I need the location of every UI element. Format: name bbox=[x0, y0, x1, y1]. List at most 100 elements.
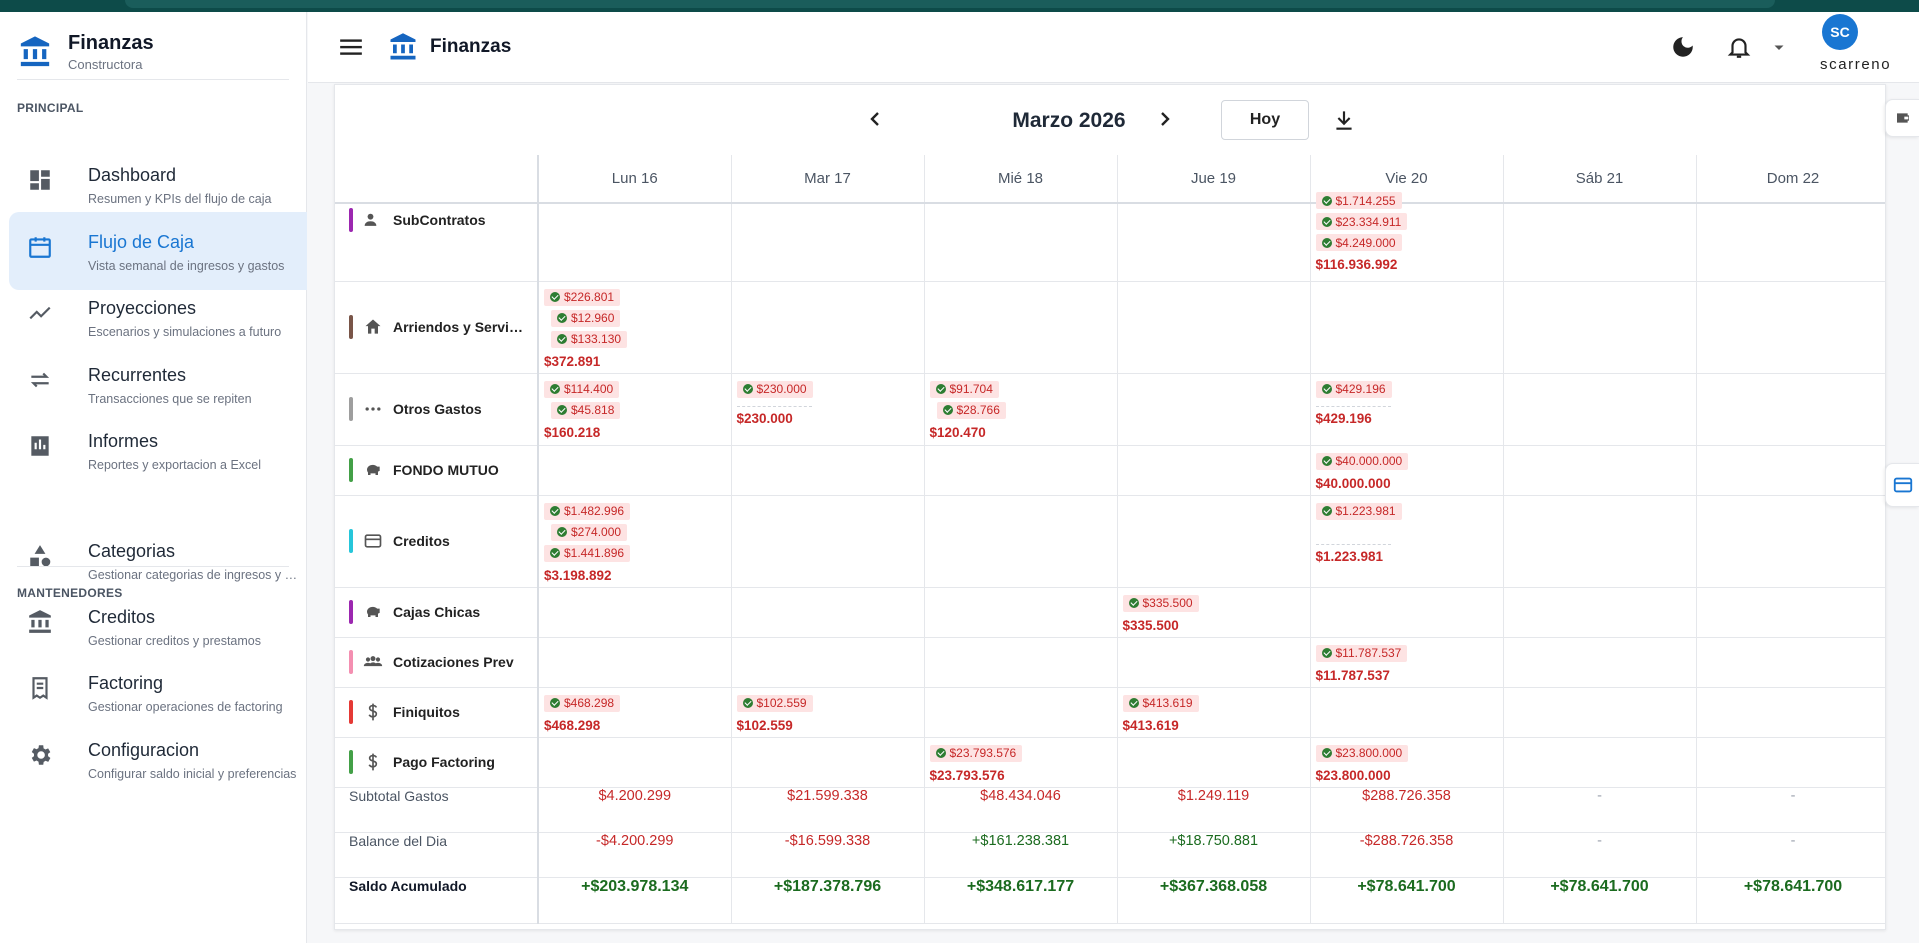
day-cell[interactable] bbox=[1310, 587, 1504, 638]
avatar[interactable]: SC bbox=[1822, 14, 1858, 50]
day-cell[interactable] bbox=[538, 203, 732, 282]
day-cell[interactable] bbox=[1503, 203, 1697, 282]
day-cell[interactable] bbox=[1117, 495, 1311, 588]
transaction-chip[interactable]: $133.130 bbox=[551, 330, 628, 348]
day-cell[interactable] bbox=[731, 737, 925, 788]
day-cell[interactable] bbox=[1696, 587, 1885, 638]
day-cell[interactable] bbox=[1696, 637, 1885, 688]
day-cell[interactable] bbox=[1503, 637, 1697, 688]
day-cell[interactable]: $335.500 $335.500 bbox=[1117, 587, 1311, 638]
day-cell[interactable] bbox=[1503, 495, 1697, 588]
day-cell[interactable] bbox=[1503, 373, 1697, 446]
day-cell[interactable]: $102.559 $102.559 bbox=[731, 687, 925, 738]
day-cell[interactable] bbox=[1117, 281, 1311, 374]
day-cell[interactable] bbox=[1117, 637, 1311, 688]
wallet-side-tab[interactable] bbox=[1885, 99, 1919, 137]
day-cell[interactable]: $11.787.537 $11.787.537 bbox=[1310, 637, 1504, 688]
day-cell[interactable]: $114.400 $45.818 $160.218 bbox=[538, 373, 732, 446]
day-cell[interactable] bbox=[924, 445, 1118, 496]
sidebar-item-configuracion[interactable]: Configuracion Configurar saldo inicial y … bbox=[9, 720, 307, 798]
transaction-chip[interactable]: $45.818 bbox=[551, 401, 621, 419]
username[interactable]: scarreno bbox=[1820, 56, 1891, 73]
category-cell[interactable]: Creditos bbox=[335, 495, 539, 588]
day-cell[interactable] bbox=[538, 737, 732, 788]
day-cell[interactable] bbox=[1696, 373, 1885, 446]
transaction-chip[interactable]: $335.500 bbox=[1122, 594, 1199, 612]
day-cell[interactable] bbox=[538, 587, 732, 638]
transaction-chip[interactable]: $429.196 bbox=[1315, 380, 1392, 398]
day-cell[interactable] bbox=[731, 495, 925, 588]
transaction-chip[interactable]: $23.800.000 bbox=[1315, 744, 1409, 762]
day-cell[interactable] bbox=[1117, 373, 1311, 446]
day-cell[interactable]: $429.196 $429.196 bbox=[1310, 373, 1504, 446]
category-cell[interactable]: FONDO MUTUO bbox=[335, 445, 539, 496]
category-cell[interactable]: Finiquitos bbox=[335, 687, 539, 738]
transaction-chip[interactable]: $4.249.000 bbox=[1315, 234, 1402, 251]
day-cell[interactable] bbox=[1117, 737, 1311, 788]
day-cell[interactable] bbox=[924, 587, 1118, 638]
transaction-chip[interactable]: $1.714.255 bbox=[1315, 192, 1402, 209]
transaction-chip[interactable]: $468.298 bbox=[544, 694, 621, 712]
day-cell[interactable] bbox=[1503, 445, 1697, 496]
transaction-chip[interactable]: $1.482.996 bbox=[544, 502, 631, 520]
transaction-chip[interactable]: $226.801 bbox=[544, 288, 621, 306]
day-cell[interactable] bbox=[924, 637, 1118, 688]
day-cell[interactable] bbox=[1696, 687, 1885, 738]
transaction-chip[interactable]: $28.766 bbox=[936, 401, 1006, 419]
transaction-chip[interactable]: $102.559 bbox=[736, 694, 813, 712]
day-cell[interactable] bbox=[1503, 737, 1697, 788]
sidebar-item-informes[interactable]: Informes Reportes y exportacion a Excel bbox=[9, 411, 307, 489]
transaction-chip[interactable]: $91.704 bbox=[929, 380, 999, 398]
transaction-chip[interactable]: $12.960 bbox=[551, 309, 621, 327]
transaction-chip[interactable]: $40.000.000 bbox=[1315, 452, 1409, 470]
day-cell[interactable] bbox=[538, 637, 732, 688]
day-cell[interactable] bbox=[1503, 587, 1697, 638]
category-cell[interactable]: Cotizaciones Prev bbox=[335, 637, 539, 688]
day-cell[interactable] bbox=[1310, 281, 1504, 374]
category-cell[interactable]: Arriendos y Servicios bbox=[335, 281, 539, 374]
day-cell[interactable] bbox=[924, 203, 1118, 282]
transaction-chip[interactable]: $11.787.537 bbox=[1315, 644, 1408, 662]
day-cell[interactable] bbox=[1696, 445, 1885, 496]
category-cell[interactable]: Otros Gastos bbox=[335, 373, 539, 446]
transaction-chip[interactable]: $23.793.576 bbox=[929, 744, 1023, 762]
transaction-chip[interactable]: $413.619 bbox=[1122, 694, 1199, 712]
day-cell[interactable]: $230.000 $230.000 bbox=[731, 373, 925, 446]
chevron-right-icon[interactable] bbox=[1153, 107, 1177, 131]
transaction-chip[interactable]: $1.441.896 bbox=[544, 544, 631, 562]
transaction-chip[interactable]: $230.000 bbox=[736, 380, 813, 398]
category-cell[interactable]: SubContratos bbox=[335, 203, 539, 282]
day-cell[interactable] bbox=[1310, 687, 1504, 738]
sidebar-brand[interactable]: Finanzas Constructora bbox=[18, 32, 154, 72]
card-side-tab[interactable] bbox=[1885, 463, 1919, 507]
day-cell[interactable]: $226.801 $12.960 $133.130 $372.891 bbox=[538, 281, 732, 374]
day-cell[interactable] bbox=[1696, 737, 1885, 788]
today-button[interactable]: Hoy bbox=[1221, 100, 1309, 140]
day-cell[interactable]: $23.800.000 $23.800.000 bbox=[1310, 737, 1504, 788]
day-cell[interactable] bbox=[1696, 495, 1885, 588]
day-cell[interactable] bbox=[1696, 281, 1885, 374]
bell-icon[interactable] bbox=[1726, 34, 1752, 60]
day-cell[interactable] bbox=[924, 281, 1118, 374]
day-cell[interactable]: $413.619 $413.619 bbox=[1117, 687, 1311, 738]
transaction-chip[interactable]: $1.223.981 bbox=[1315, 502, 1402, 520]
day-cell[interactable] bbox=[1503, 281, 1697, 374]
day-cell[interactable] bbox=[731, 203, 925, 282]
day-cell[interactable]: $1.223.981 $1.223.981 bbox=[1310, 495, 1504, 588]
day-cell[interactable]: $1.482.996 $274.000 $1.441.896 $3.198.892 bbox=[538, 495, 732, 588]
day-cell[interactable] bbox=[924, 495, 1118, 588]
day-cell[interactable]: $91.704 $28.766 $120.470 bbox=[924, 373, 1118, 446]
day-cell[interactable]: $23.793.576 $23.793.576 bbox=[924, 737, 1118, 788]
day-cell[interactable]: $468.298 $468.298 bbox=[538, 687, 732, 738]
category-cell[interactable]: Cajas Chicas bbox=[335, 587, 539, 638]
transaction-chip[interactable]: $23.334.911 bbox=[1315, 213, 1408, 230]
day-cell[interactable] bbox=[538, 445, 732, 496]
day-cell[interactable]: $40.000.000 $40.000.000 bbox=[1310, 445, 1504, 496]
day-cell[interactable] bbox=[924, 687, 1118, 738]
day-cell[interactable] bbox=[1696, 203, 1885, 282]
day-cell[interactable] bbox=[1503, 687, 1697, 738]
day-cell[interactable] bbox=[731, 445, 925, 496]
day-cell[interactable] bbox=[731, 281, 925, 374]
day-cell[interactable] bbox=[731, 637, 925, 688]
chevron-down-icon[interactable] bbox=[1770, 34, 1788, 60]
